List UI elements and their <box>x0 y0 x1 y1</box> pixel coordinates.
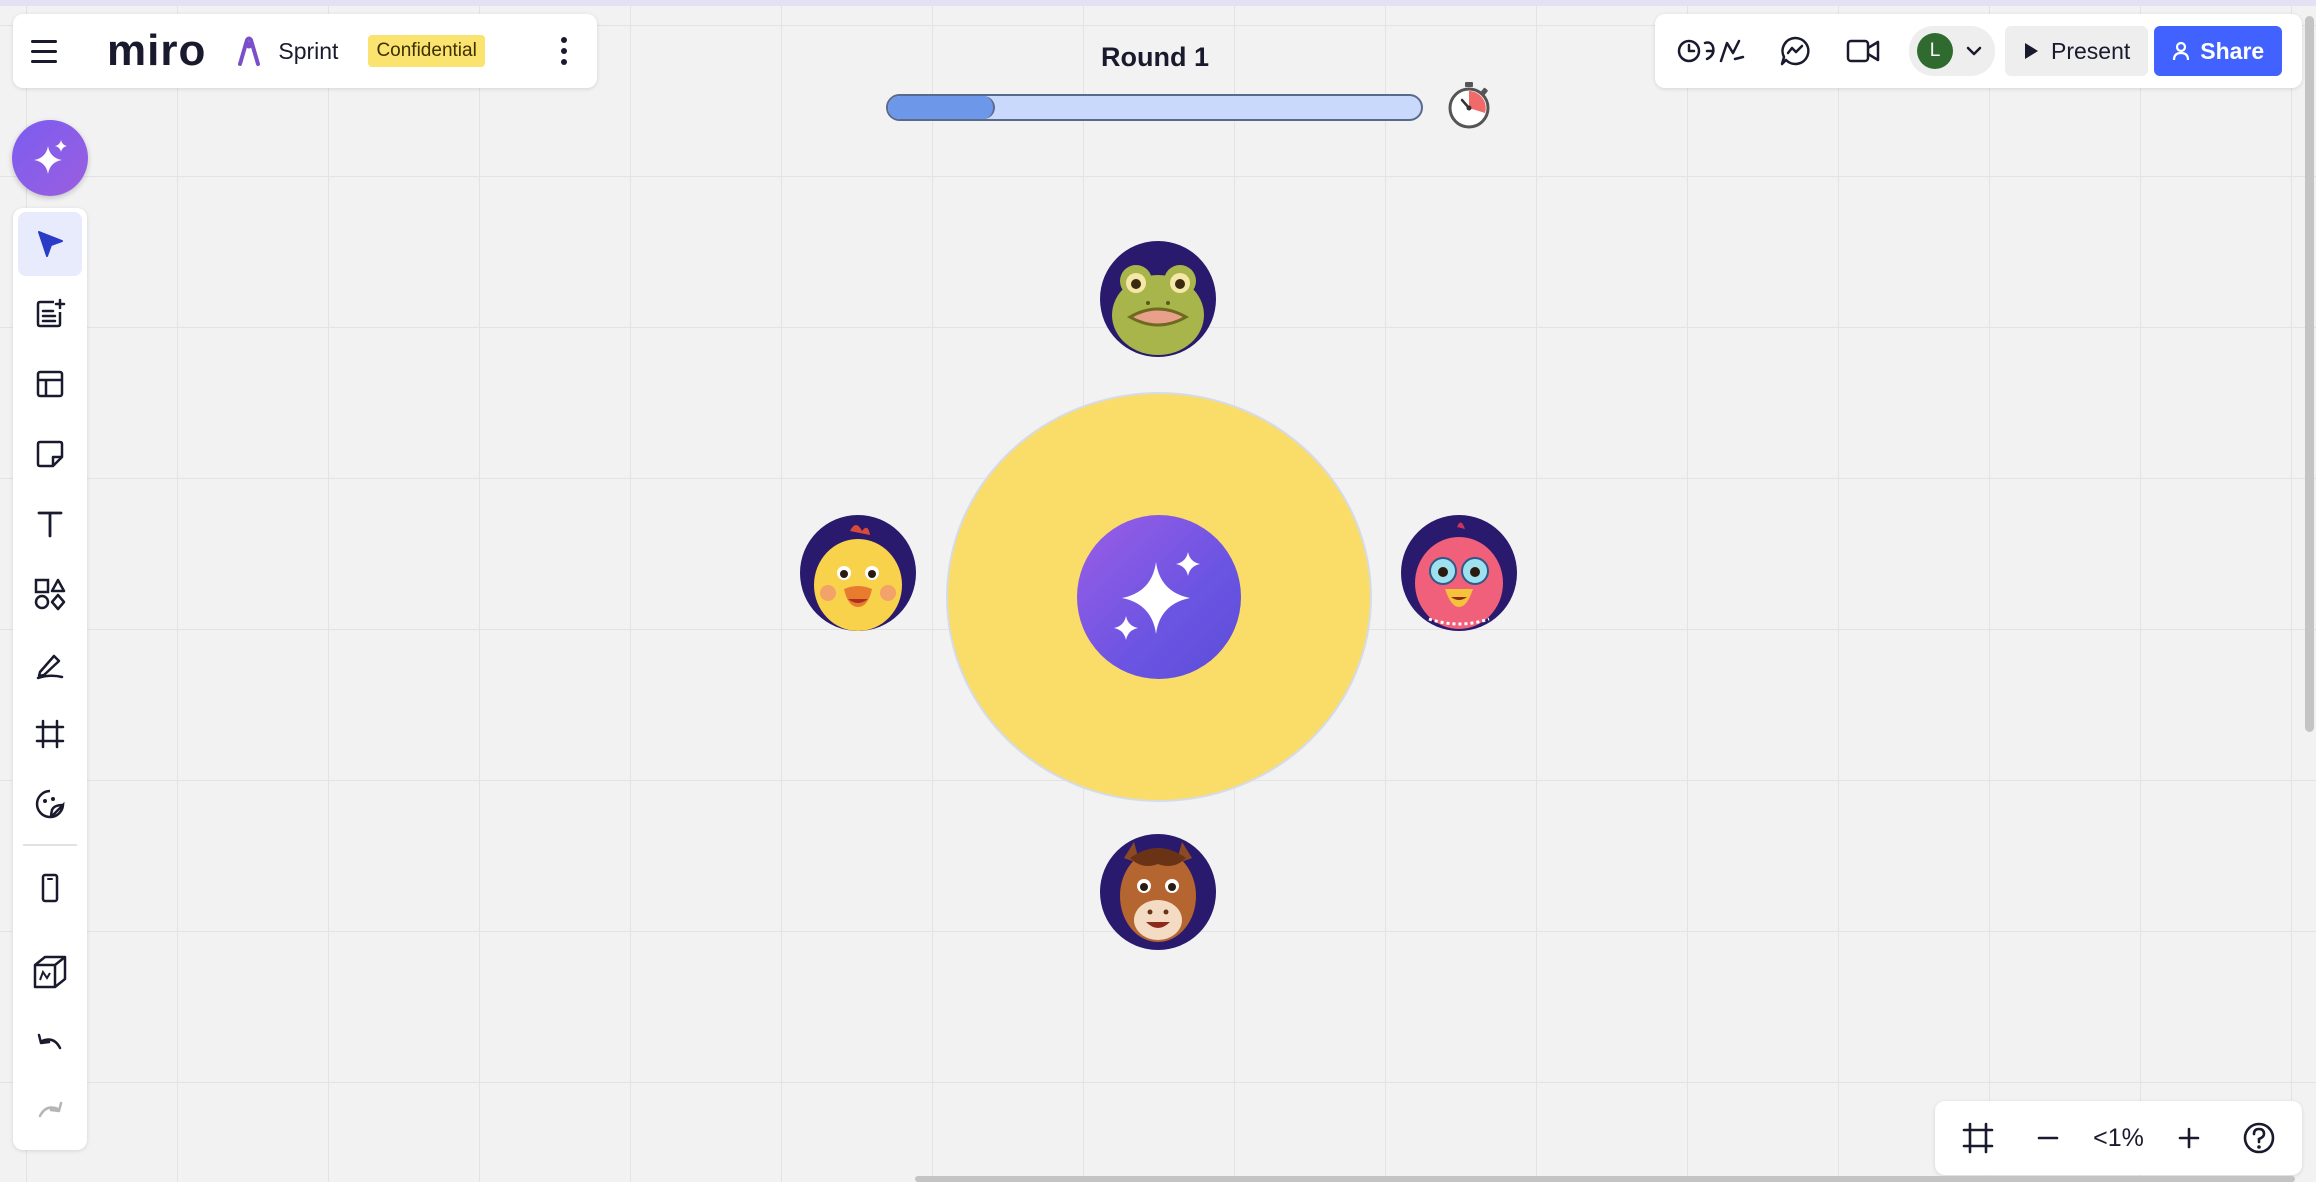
share-button[interactable]: Share <box>2154 26 2283 76</box>
tool-device[interactable] <box>18 856 82 920</box>
pen-icon <box>36 654 64 680</box>
cursor-icon <box>38 231 63 257</box>
round-title: Round 1 <box>1101 42 1209 72</box>
play-icon <box>2025 43 2038 59</box>
player-avatar-chick[interactable] <box>800 515 916 631</box>
video-call-icon[interactable] <box>1841 29 1885 73</box>
horizontal-scrollbar[interactable] <box>915 1176 2295 1182</box>
text-icon <box>37 511 63 538</box>
hamburger-icon[interactable] <box>31 31 71 71</box>
tool-3d[interactable] <box>18 940 82 1004</box>
player-avatar-frog[interactable] <box>1100 241 1216 357</box>
present-label: Present <box>2051 37 2131 64</box>
center-ai-button[interactable] <box>1077 515 1241 679</box>
classification-badge[interactable]: Confidential <box>368 35 485 67</box>
zoom-controls: <1% <box>1935 1101 2302 1175</box>
sticker-icon <box>35 789 65 819</box>
tool-sticky-note[interactable] <box>18 422 82 486</box>
tool-frame[interactable] <box>18 702 82 766</box>
board-header: miro Sprint Confidential <box>13 14 597 88</box>
left-toolbar <box>13 208 87 1150</box>
round-progress-fill <box>888 96 995 119</box>
doc-add-icon <box>36 298 66 328</box>
ai-assistant-button[interactable] <box>12 120 88 196</box>
vertical-scrollbar[interactable] <box>2305 16 2314 732</box>
help-icon[interactable] <box>2234 1113 2284 1163</box>
share-label: Share <box>2200 37 2265 64</box>
player-avatar-horse[interactable] <box>1100 834 1216 950</box>
chat-icon[interactable] <box>1773 29 1817 73</box>
tool-stickers[interactable] <box>18 772 82 836</box>
present-button[interactable]: Present <box>2005 26 2149 76</box>
user-menu[interactable]: L <box>1909 26 1995 76</box>
chevron-down-icon[interactable] <box>1965 45 1983 57</box>
sticky-note-icon <box>36 440 64 468</box>
minus-icon[interactable] <box>2023 1113 2073 1163</box>
tool-select[interactable] <box>18 212 82 276</box>
stopwatch-icon[interactable] <box>1444 80 1494 130</box>
plus-icon[interactable] <box>2164 1113 2214 1163</box>
collaboration-toolbar: L Present Share <box>1655 14 2302 88</box>
tool-undo[interactable] <box>18 1014 82 1078</box>
undo-icon <box>37 1033 62 1050</box>
tool-text[interactable] <box>18 492 82 556</box>
tool-templates[interactable] <box>18 282 82 346</box>
miro-logo[interactable]: miro <box>107 29 206 73</box>
round-progress-bar <box>886 94 1423 121</box>
player-avatar-bird[interactable] <box>1401 515 1517 631</box>
toolbar-divider <box>23 844 77 846</box>
layout-icon <box>36 370 64 398</box>
kebab-icon[interactable] <box>549 31 579 71</box>
horse-avatar-icon <box>1120 842 1196 942</box>
cube-icon <box>33 955 67 989</box>
tool-pen[interactable] <box>18 632 82 696</box>
tool-redo[interactable] <box>18 1082 82 1146</box>
frame-icon <box>35 719 65 749</box>
sprint-board-icon <box>236 36 262 66</box>
shapes-icon <box>34 578 66 611</box>
avatar[interactable]: L <box>1917 33 1953 69</box>
reactions-icon[interactable] <box>1675 29 1749 73</box>
tool-layout[interactable] <box>18 352 82 416</box>
sparkle-icon <box>1114 552 1200 640</box>
chick-avatar-icon <box>814 525 902 631</box>
red-bird-avatar-icon <box>1415 522 1503 629</box>
frog-avatar-icon <box>1112 265 1204 355</box>
sparkle-icon <box>34 140 67 174</box>
zoom-level[interactable]: <1% <box>2093 1124 2144 1153</box>
top-accent-bar <box>0 0 2316 6</box>
redo-icon <box>38 1101 63 1118</box>
board-name[interactable]: Sprint <box>278 38 338 65</box>
fit-frame-icon[interactable] <box>1953 1113 2003 1163</box>
person-icon <box>2173 41 2190 61</box>
tool-shapes[interactable] <box>18 562 82 626</box>
phone-icon <box>41 873 59 903</box>
